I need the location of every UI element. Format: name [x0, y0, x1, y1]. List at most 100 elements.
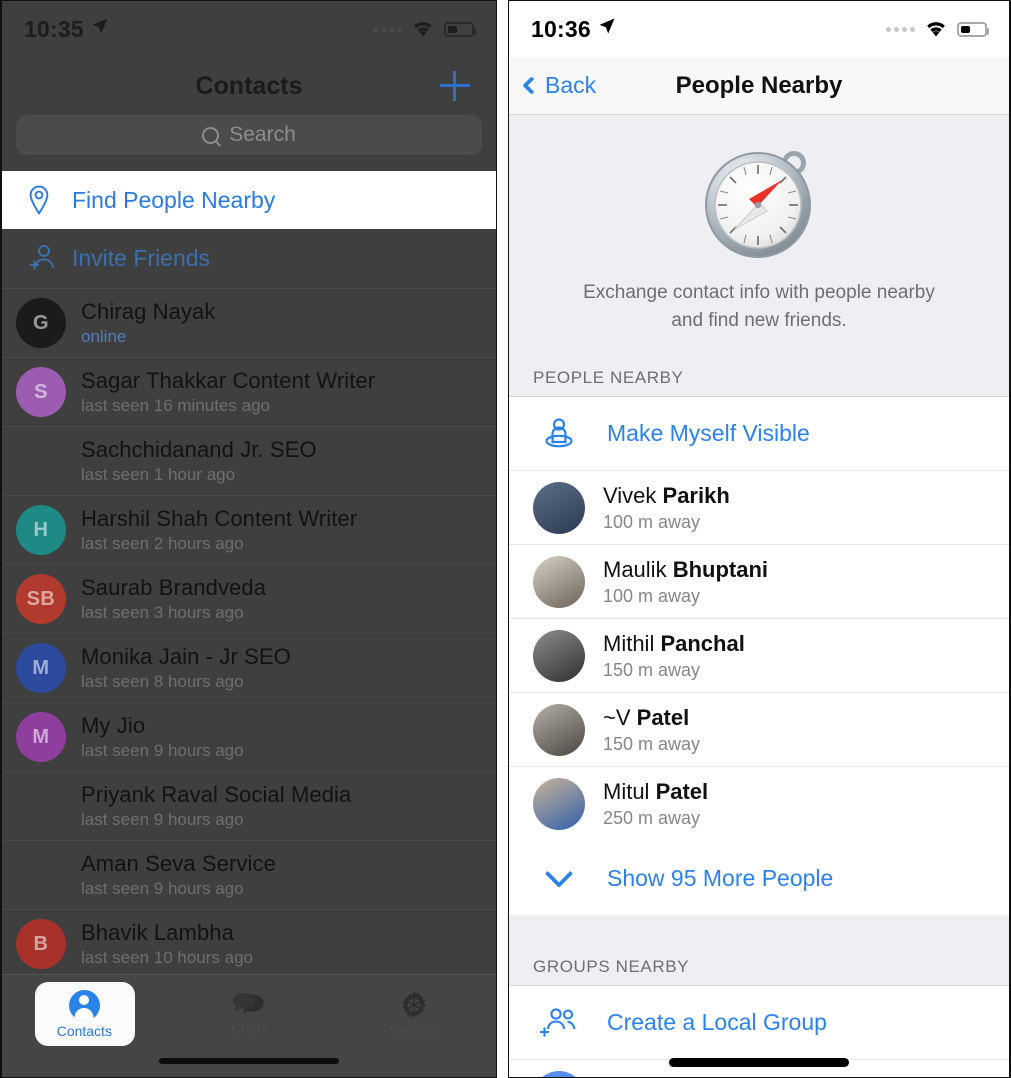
search-input[interactable]: Search — [16, 115, 482, 155]
show-more-people-row[interactable]: Show 95 More People — [509, 841, 1009, 916]
contact-name: Saurab Brandveda — [81, 575, 267, 600]
contact-name: Chirag Nayak — [81, 299, 216, 324]
contact-row[interactable]: B Bhavik Lambha last seen 10 hours ago — [2, 910, 496, 979]
contact-list: G Chirag Nayak online S Sagar Thakkar Conten… — [2, 289, 496, 979]
group-add-icon — [533, 1006, 585, 1040]
contact-name: Bhavik Lambha — [81, 920, 234, 945]
plus-icon[interactable] — [440, 71, 470, 101]
contact-status: online — [81, 327, 127, 346]
person-row[interactable]: Mitul Patel 250 m away — [509, 767, 1009, 842]
person-name: ~V Patel — [603, 705, 700, 731]
tab-bar: Contacts Chats Settings — [2, 974, 496, 1077]
avatar — [533, 778, 585, 831]
person-distance: 100 m away — [603, 585, 701, 606]
person-first-name: ~V — [603, 704, 637, 730]
person-row[interactable]: ~V Patel 150 m away — [509, 693, 1009, 768]
page-title: Contacts — [195, 71, 303, 100]
avatar: SB — [16, 574, 66, 624]
contact-name: Priyank Raval Social Media — [81, 782, 352, 807]
contact-row[interactable]: S Sagar Thakkar Content Writer last seen 1… — [2, 358, 496, 427]
person-add-icon — [28, 244, 54, 274]
tab-contacts[interactable]: Contacts — [2, 975, 167, 1053]
status-time: 10:35 — [24, 15, 84, 42]
battery-icon — [444, 21, 476, 37]
person-last-name: Panchal — [660, 630, 745, 656]
contact-status: last seen 1 hour ago — [81, 465, 236, 484]
invite-friends-label: Invite Friends — [72, 245, 211, 271]
contact-row[interactable]: H Harshil Shah Content Writer last seen 2 … — [2, 496, 496, 565]
contact-row[interactable]: M Monika Jain - Jr SEO last seen 8 hours a… — [2, 634, 496, 703]
avatar — [533, 703, 585, 756]
person-row[interactable]: Mithil Panchal 150 m away — [509, 619, 1009, 694]
contact-row[interactable]: Aman Seva Service last seen 9 hours ago — [2, 841, 496, 910]
contact-row[interactable]: Priyank Raval Social Media last seen 9 ho… — [2, 772, 496, 841]
compass-icon — [700, 143, 818, 261]
chevron-left-icon — [522, 76, 541, 95]
people-rows: Vivek Parikh 100 m away Maulik Bhuptani 100… — [509, 471, 1009, 842]
person-location-icon — [533, 415, 585, 453]
contact-status: last seen 3 hours ago — [81, 603, 244, 622]
people-nearby-list: Make Myself Visible Vivek Parikh 100 m aw… — [509, 396, 1009, 916]
contact-row[interactable]: SB Saurab Brandveda last seen 3 hours ago — [2, 565, 496, 634]
status-time: 10:36 — [531, 15, 591, 42]
chevron-down-icon — [533, 859, 585, 888]
person-row[interactable]: Vivek Parikh 100 m away — [509, 471, 1009, 546]
back-button[interactable]: Back — [509, 72, 596, 99]
hero-line-2: and find new friends. — [671, 309, 847, 331]
contact-name: Harshil Shah Content Writer — [81, 506, 358, 531]
person-last-name: Patel — [636, 704, 690, 730]
person-name: Mitul Patel — [603, 779, 708, 805]
search-container: Search — [2, 115, 496, 171]
left-nav-bar: Contacts — [2, 57, 496, 115]
search-icon — [202, 126, 220, 144]
groups-nearby-section-header: GROUPS NEARBY — [509, 915, 1009, 986]
avatar: H — [16, 505, 66, 555]
contact-row[interactable]: M My Jio last seen 9 hours ago — [2, 703, 496, 772]
avatar — [533, 1071, 585, 1077]
person-name: Maulik Bhuptani — [603, 557, 768, 583]
right-status-bar: 10:36 — [509, 1, 1009, 57]
contact-name: Sagar Thakkar Content Writer — [81, 368, 376, 393]
tab-chats[interactable]: Chats — [167, 975, 332, 1053]
people-nearby-screen: 10:36 Back People Nearby Exchange contac… — [508, 0, 1011, 1078]
home-indicator — [669, 1058, 849, 1067]
find-people-nearby-label: Find People Nearby — [72, 186, 276, 213]
invite-friends-row[interactable]: Invite Friends — [2, 229, 496, 289]
left-status-bar: 10:35 — [2, 1, 496, 57]
hero-line-1: Exchange contact info with people nearby — [583, 282, 935, 303]
contact-name: Monika Jain - Jr SEO — [81, 644, 291, 669]
hero-section: Exchange contact info with people nearby… — [509, 115, 1009, 357]
gear-icon — [399, 990, 429, 1020]
avatar: B — [16, 919, 66, 969]
contact-status: last seen 16 minutes ago — [81, 396, 271, 415]
avatar — [533, 555, 585, 608]
person-first-name: Maulik — [603, 556, 673, 582]
tab-contacts-label: Contacts — [56, 1022, 112, 1039]
find-people-nearby-row[interactable]: Find People Nearby — [2, 171, 496, 229]
avatar: M — [16, 643, 66, 693]
person-last-name: Parikh — [662, 482, 730, 508]
make-myself-visible-row[interactable]: Make Myself Visible — [509, 397, 1009, 472]
make-myself-visible-label: Make Myself Visible — [607, 420, 810, 447]
chat-bubbles-icon — [232, 992, 266, 1018]
avatar: M — [16, 712, 66, 762]
wifi-icon — [924, 20, 948, 38]
home-indicator — [159, 1058, 339, 1064]
avatar — [533, 481, 585, 534]
avatar — [16, 850, 66, 900]
contact-row[interactable]: Sachchidanand Jr. SEO last seen 1 hour ag… — [2, 427, 496, 496]
person-last-name: Bhuptani — [672, 556, 769, 582]
contact-row[interactable]: G Chirag Nayak online — [2, 289, 496, 358]
person-first-name: Mitul — [603, 779, 656, 805]
show-more-people-label: Show 95 More People — [607, 864, 834, 891]
contact-status: last seen 9 hours ago — [81, 879, 244, 898]
tab-settings[interactable]: Settings — [331, 975, 496, 1053]
contact-status: last seen 8 hours ago — [81, 672, 244, 691]
person-name: Vivek Parikh — [603, 483, 730, 509]
search-placeholder: Search — [229, 123, 296, 146]
battery-icon — [957, 21, 989, 37]
person-distance: 250 m away — [603, 808, 701, 829]
create-local-group-row[interactable]: Create a Local Group — [509, 986, 1009, 1061]
map-pin-icon — [28, 185, 50, 215]
person-row[interactable]: Maulik Bhuptani 100 m away — [509, 545, 1009, 620]
